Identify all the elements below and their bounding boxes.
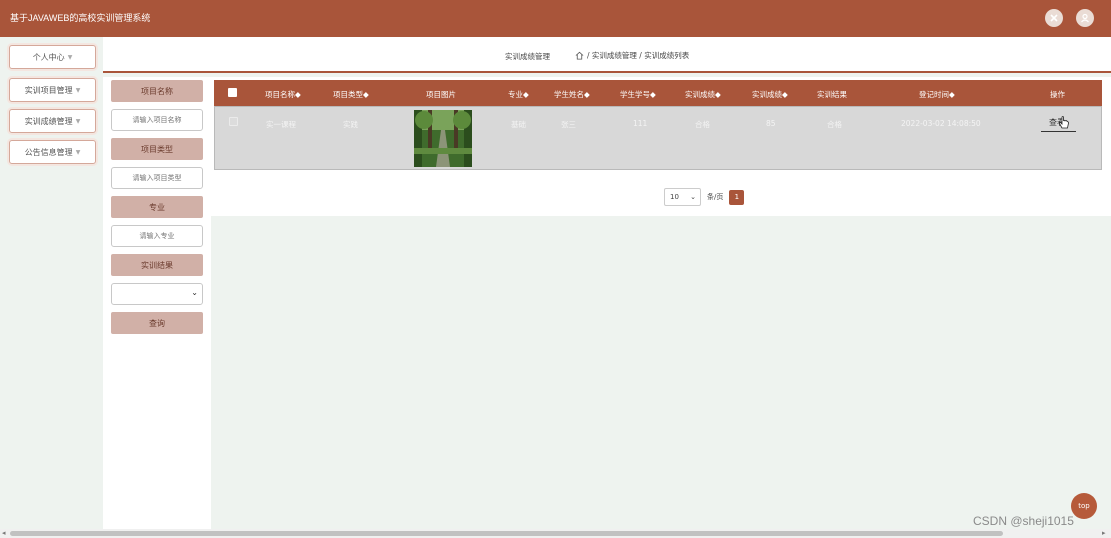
top-bar: 基于JAVAWEB的高校实训管理系统 [0, 0, 1111, 37]
scroll-left-icon[interactable]: ◂ [2, 529, 6, 537]
breadcrumb-path[interactable]: / 实训成绩管理 / 实训成绩列表 [587, 50, 689, 61]
query-button[interactable]: 查询 [111, 312, 203, 334]
chevron-down-icon: ⌄ [191, 288, 198, 297]
row-checkbox[interactable] [229, 117, 238, 126]
sidebar-item-label: 实训项目管理 [24, 85, 73, 95]
sidebar-item-training-projects[interactable]: 实训项目管理 ▼ [9, 78, 96, 102]
select-all-checkbox[interactable] [228, 88, 237, 97]
column-header[interactable]: 学生学号◆ [620, 89, 656, 100]
project-type-label: 项目类型 [111, 138, 203, 160]
sidebar-item-personal-center[interactable]: 个人中心 ▼ [9, 45, 96, 69]
project-name-input[interactable] [111, 109, 203, 131]
pagination: 10 ⌄ 条/页 1 [664, 188, 745, 206]
sidebar-item-training-scores[interactable]: 实训成绩管理 ▼ [9, 109, 96, 133]
column-header: 操作 [1050, 90, 1065, 99]
chevron-down-icon: ▼ [67, 53, 73, 61]
divider [1041, 131, 1076, 132]
chevron-down-icon: ▼ [75, 117, 81, 125]
project-name-label: 项目名称 [111, 80, 203, 102]
column-header[interactable]: 实训成绩◆ [752, 89, 788, 100]
breadcrumb-module: 实训成绩管理 [505, 52, 550, 61]
chevron-down-icon: ▼ [75, 148, 81, 156]
column-header[interactable]: 学生姓名◆ [554, 89, 590, 100]
result-select[interactable]: ⌄ [111, 283, 203, 305]
scrollbar-thumb[interactable] [10, 531, 1003, 536]
column-header[interactable]: 登记时间◆ [919, 89, 955, 100]
user-icon [1081, 13, 1089, 23]
page-size-suffix: 条/页 [707, 193, 724, 201]
page-size-select[interactable]: 10 ⌄ [664, 188, 701, 206]
sidebar-item-label: 公告信息管理 [24, 147, 73, 157]
cell-student-no: 111 [633, 119, 648, 128]
cell-major: 基础 [511, 120, 526, 129]
main-content: 实训成绩管理 / 实训成绩管理 / 实训成绩列表 项目名称 项目类型 专业 实训… [103, 37, 1111, 538]
hand-cursor-icon [1058, 116, 1069, 129]
sidebar-item-label: 个人中心 [32, 52, 65, 62]
horizontal-scrollbar[interactable]: ◂ ▸ [0, 529, 1111, 538]
sidebar-item-announcements[interactable]: 公告信息管理 ▼ [9, 140, 96, 164]
search-panel: 项目名称 项目类型 专业 实训结果 ⌄ 查询 [103, 77, 211, 538]
cell-score: 合格 [695, 120, 710, 129]
close-icon [1050, 14, 1058, 22]
column-header[interactable]: 项目类型◆ [333, 89, 369, 100]
data-table: 项目名称◆ 项目类型◆ 项目图片 专业◆ 学生姓名◆ 学生学号◆ 实训成绩◆ 实… [211, 77, 1111, 216]
cell-score-2: 85 [766, 119, 776, 128]
page-size-value: 10 [670, 193, 679, 201]
column-header: 项目图片 [426, 90, 456, 99]
cell-student-name: 张三 [561, 120, 576, 129]
table-row[interactable]: 实一课程 实践 基础 张三 111 合格 85 合格 2022-03-02 14… [214, 106, 1102, 170]
home-icon[interactable] [575, 51, 584, 60]
breadcrumb-bar: 实训成绩管理 / 实训成绩管理 / 实训成绩列表 [103, 37, 1111, 73]
major-input[interactable] [111, 225, 203, 247]
chevron-down-icon: ⌄ [690, 193, 696, 201]
cell-project-name: 实一课程 [266, 120, 296, 129]
breadcrumb: / 实训成绩管理 / 实训成绩列表 [575, 50, 689, 61]
app-title: 基于JAVAWEB的高校实训管理系统 [10, 13, 151, 23]
user-button[interactable] [1076, 9, 1094, 27]
column-header[interactable]: 专业◆ [508, 89, 529, 100]
cell-time: 2022-03-02 14:08:50 [901, 119, 981, 128]
sidebar: 个人中心 ▼ 实训项目管理 ▼ 实训成绩管理 ▼ 公告信息管理 ▼ [0, 37, 103, 538]
table-header: 项目名称◆ 项目类型◆ 项目图片 专业◆ 学生姓名◆ 学生学号◆ 实训成绩◆ 实… [214, 80, 1102, 106]
project-image [414, 110, 472, 167]
result-label: 实训结果 [111, 254, 203, 276]
scroll-right-icon[interactable]: ▸ [1102, 529, 1106, 537]
close-button[interactable] [1045, 9, 1063, 27]
sidebar-item-label: 实训成绩管理 [24, 116, 73, 126]
watermark: CSDN @sheji1015 [973, 514, 1074, 528]
column-header[interactable]: 项目名称◆ [265, 89, 301, 100]
column-header[interactable]: 实训成绩◆ [685, 89, 721, 100]
project-type-input[interactable] [111, 167, 203, 189]
page-number-button[interactable]: 1 [729, 189, 745, 205]
cell-result: 合格 [827, 120, 842, 129]
cell-project-type: 实践 [343, 120, 358, 129]
chevron-down-icon: ▼ [75, 86, 81, 94]
major-label: 专业 [111, 196, 203, 218]
column-header: 实训结果 [817, 90, 847, 99]
back-to-top-button[interactable]: top [1071, 493, 1097, 519]
